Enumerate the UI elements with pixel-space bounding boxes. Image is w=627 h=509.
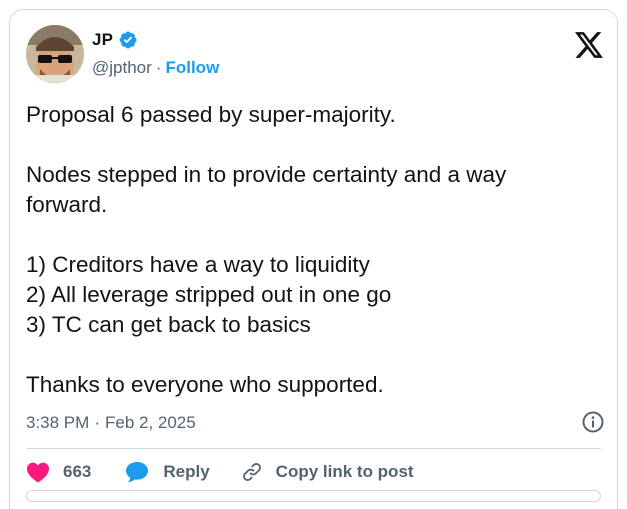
tweet-line: forward. [26,192,108,217]
action-bar: 663 Reply Copy link to post [26,461,414,483]
copy-link-button[interactable]: Copy link to post [241,461,414,483]
avatar[interactable] [26,25,84,83]
reply-bubble-icon [126,462,149,483]
author-handle[interactable]: @jpthor [92,58,152,78]
verified-badge-icon [119,31,137,49]
author-handle-row: @jpthor · Follow [92,58,219,78]
tweet-text: Proposal 6 passed by super-majority. Node… [26,100,601,400]
timestamp: 3:38 PM · Feb 2, 2025 [26,413,196,433]
tweet-date[interactable]: Feb 2, 2025 [105,413,196,433]
author-name-row: JP [92,30,138,50]
tweet-line: Nodes stepped in to provide certainty an… [26,162,507,187]
follow-button[interactable]: Follow [165,58,219,78]
info-icon[interactable] [581,410,605,434]
copy-link-label: Copy link to post [275,462,414,481]
tweet-line: 2) All leverage stripped out in one go [26,282,392,307]
like-count: 663 [63,462,92,481]
tweet-line: 3) TC can get back to basics [26,312,311,337]
tweet-line: 1) Creditors have a way to liquidity [26,252,370,277]
like-button[interactable]: 663 [26,461,91,483]
separator: · [94,413,100,432]
tweet-line: Thanks to everyone who supported. [26,372,384,397]
reply-button[interactable]: Reply [125,461,210,483]
x-logo-icon[interactable] [575,32,603,58]
tweet-line: Proposal 6 passed by super-majority. [26,102,396,127]
divider [26,448,601,449]
author-name[interactable]: JP [92,30,113,50]
link-icon [242,463,261,481]
separator: · [155,58,162,77]
tweet-card: JP @jpthor · Follow Proposal 6 passed by… [9,9,618,509]
heart-icon [27,462,49,483]
tweet-time[interactable]: 3:38 PM [26,413,89,433]
avatar-image [26,25,84,83]
reply-label: Reply [163,462,210,481]
read-replies-button[interactable] [26,490,601,502]
